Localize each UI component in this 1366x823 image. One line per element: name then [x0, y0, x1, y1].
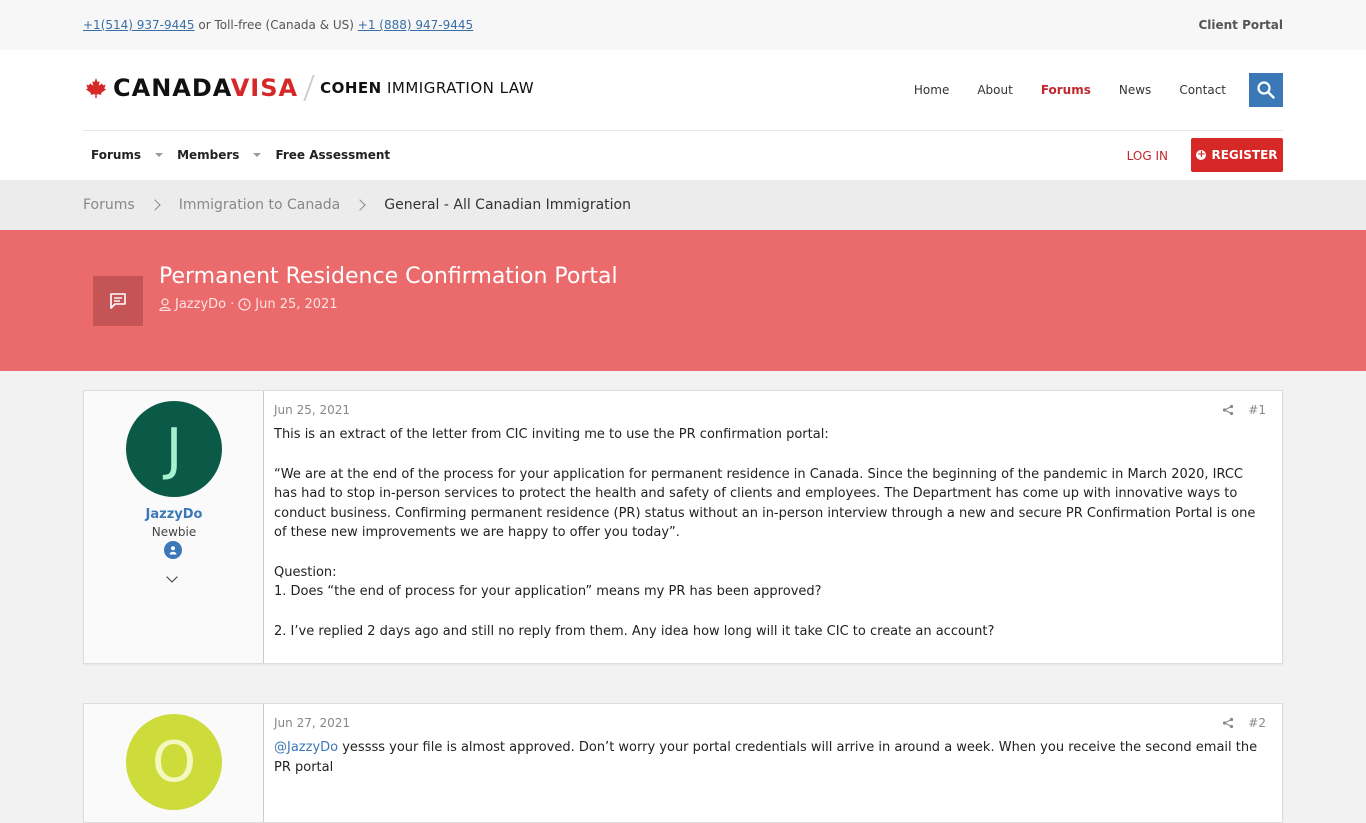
message-icon	[110, 293, 126, 309]
nav-home[interactable]: Home	[914, 83, 949, 97]
post-user-panel: O	[84, 704, 264, 822]
chevron-right-icon	[354, 199, 366, 211]
logo-divider	[303, 75, 315, 101]
register-button[interactable]: + REGISTER	[1191, 138, 1283, 172]
post-paragraph: Question: 1. Does “the end of process fo…	[274, 564, 822, 600]
search-button[interactable]	[1249, 73, 1283, 107]
brand-part-canada: CANADA	[113, 74, 231, 102]
post-username[interactable]: JazzyDo	[84, 507, 264, 522]
cohen-immigration-law: COHEN IMMIGRATION LAW	[320, 79, 534, 97]
contact-phones: +1(514) 937-9445 or Toll-free (Canada & …	[83, 18, 473, 32]
chevron-right-icon	[149, 199, 161, 211]
post: J JazzyDo Newbie Jun 25, 2021 #1 This is…	[83, 390, 1283, 664]
menu-members[interactable]: Members	[177, 148, 262, 162]
breadcrumb-forums[interactable]: Forums	[83, 197, 135, 213]
user-mention[interactable]: @JazzyDo	[274, 740, 338, 755]
thread-banner: Permanent Residence Confirmation Portal …	[0, 230, 1366, 371]
meta-separator: ·	[230, 297, 235, 312]
clock-icon	[238, 298, 251, 311]
thread-author[interactable]: JazzyDo	[175, 297, 226, 312]
nav-forums[interactable]: Forums	[1041, 83, 1091, 97]
breadcrumb-general[interactable]: General - All Canadian Immigration	[384, 197, 631, 213]
main-nav: Home About Forums News Contact	[914, 83, 1226, 97]
chevron-down-icon[interactable]	[253, 153, 262, 157]
chevron-down-icon[interactable]	[155, 153, 164, 157]
post-actions: #1	[1222, 403, 1266, 417]
breadcrumb-immigration-to-canada[interactable]: Immigration to Canada	[179, 197, 341, 213]
post-user-panel: J JazzyDo Newbie	[84, 391, 264, 663]
expand-user-info-icon[interactable]	[166, 571, 178, 583]
avatar[interactable]: J	[126, 401, 222, 497]
post-body: @JazzyDo yessss your file is almost appr…	[274, 738, 1270, 777]
user-title: Newbie	[151, 525, 197, 539]
forum-subnav: Forums Members Free Assessment LOG IN + …	[0, 130, 1366, 180]
post-content: Jun 27, 2021 #2 @JazzyDo yessss your fil…	[274, 716, 1270, 797]
share-icon[interactable]	[1222, 717, 1234, 729]
phone-link-tollfree[interactable]: +1 (888) 947-9445	[358, 18, 473, 32]
menu-members-label: Members	[177, 148, 240, 162]
page-title: Permanent Residence Confirmation Portal	[159, 264, 618, 289]
search-icon	[1257, 81, 1275, 99]
post-paragraph: “We are at the end of the process for yo…	[274, 466, 1256, 541]
user-badge-icon	[164, 541, 182, 559]
phone-connector-text: or Toll-free (Canada & US)	[194, 18, 358, 32]
cohen-rest-text: IMMIGRATION LAW	[381, 79, 535, 97]
post-actions: #2	[1222, 716, 1266, 730]
breadcrumb-list: Forums Immigration to Canada General - A…	[83, 197, 631, 213]
phone-link-local[interactable]: +1(514) 937-9445	[83, 18, 195, 32]
avatar[interactable]: O	[126, 714, 222, 810]
site-header: CANADAVISA COHEN IMMIGRATION LAW Home Ab…	[0, 50, 1366, 130]
nav-contact[interactable]: Contact	[1179, 83, 1226, 97]
login-link[interactable]: LOG IN	[1127, 149, 1168, 163]
brand-part-visa: VISA	[230, 74, 299, 102]
post-paragraph: This is an extract of the letter from CI…	[274, 427, 829, 442]
post-date[interactable]: Jun 27, 2021	[274, 716, 1270, 730]
post-text: yessss your file is almost approved. Don…	[274, 740, 1258, 775]
user-icon	[159, 298, 171, 311]
menu-forums[interactable]: Forums	[91, 148, 164, 162]
post-body: This is an extract of the letter from CI…	[274, 425, 1270, 641]
person-icon	[169, 546, 177, 555]
post-date[interactable]: Jun 25, 2021	[274, 403, 1270, 417]
client-portal-link[interactable]: Client Portal	[1198, 18, 1283, 32]
breadcrumb: Forums Immigration to Canada General - A…	[0, 180, 1366, 230]
subnav-divider	[83, 130, 1283, 131]
post-paragraph: 2. I’ve replied 2 days ago and still no …	[274, 623, 995, 639]
post-number[interactable]: #2	[1248, 716, 1266, 730]
post: O Jun 27, 2021 #2 @JazzyDo yessss your f…	[83, 703, 1283, 823]
post-paragraph: @JazzyDo yessss your file is almost appr…	[274, 738, 1270, 777]
menu-forums-label: Forums	[91, 148, 142, 162]
top-bar: +1(514) 937-9445 or Toll-free (Canada & …	[0, 0, 1366, 50]
register-label: REGISTER	[1211, 148, 1278, 162]
thread-date[interactable]: Jun 25, 2021	[255, 297, 337, 312]
maple-leaf-icon	[85, 77, 107, 99]
menu-free-assessment[interactable]: Free Assessment	[275, 148, 390, 162]
nav-about[interactable]: About	[977, 83, 1012, 97]
brand-name: CANADAVISA	[113, 74, 298, 102]
share-icon[interactable]	[1222, 404, 1234, 416]
thread-icon	[93, 276, 143, 326]
post-content: Jun 25, 2021 #1 This is an extract of th…	[274, 403, 1270, 661]
forum-menu: Forums Members Free Assessment	[91, 148, 390, 162]
cohen-bold-text: COHEN	[320, 79, 382, 97]
nav-news[interactable]: News	[1119, 83, 1151, 97]
site-logo[interactable]: CANADAVISA COHEN IMMIGRATION LAW	[85, 74, 534, 102]
thread-meta: JazzyDo · Jun 25, 2021	[159, 297, 338, 312]
post-number[interactable]: #1	[1248, 403, 1266, 417]
plus-circle-icon: +	[1196, 149, 1207, 160]
